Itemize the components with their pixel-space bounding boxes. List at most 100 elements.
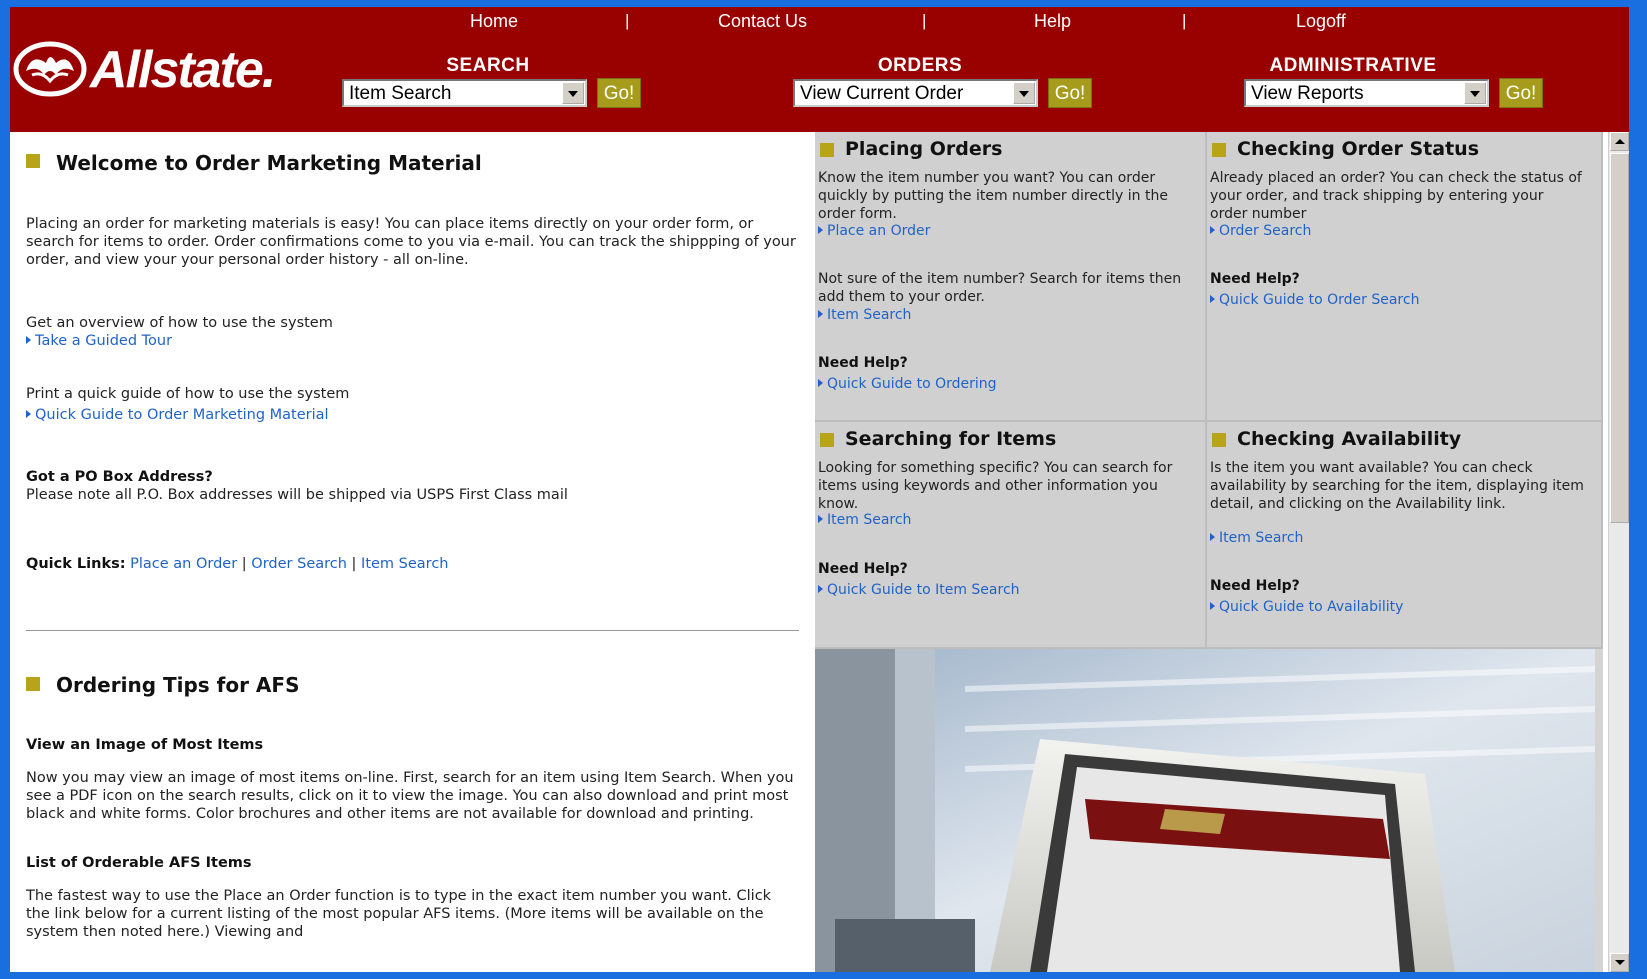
quick-guide-link-text[interactable]: Quick Guide to Order Marketing Material	[35, 407, 329, 423]
placing-orders-title: Placing Orders	[845, 138, 1003, 160]
nav-help-link[interactable]: Help	[1034, 11, 1071, 32]
placing-orders-text-2: Not sure of the item number? Search for …	[818, 271, 1182, 305]
square-bullet-icon	[1212, 433, 1226, 447]
guide-availability-link[interactable]: Quick Guide to Availability	[1210, 598, 1585, 616]
availability-title: Checking Availability	[1237, 428, 1462, 450]
good-hands-logo-icon	[13, 41, 87, 97]
arrow-right-icon	[818, 379, 823, 387]
quick-guide-link[interactable]: Quick Guide to Order Marketing Material	[26, 406, 329, 424]
nav-separator: |	[1182, 11, 1187, 30]
arrow-right-icon	[818, 585, 823, 593]
place-order-link[interactable]: Place an Order	[818, 222, 1193, 240]
searching-items-panel: Searching for Items Looking for somethin…	[815, 422, 1207, 649]
guide-item-search-link[interactable]: Quick Guide to Item Search	[818, 581, 1193, 599]
item-search-link[interactable]: Item Search	[818, 511, 1193, 529]
quick-links-label: Quick Links:	[26, 556, 126, 572]
square-bullet-icon	[26, 154, 40, 168]
guide-availability-link-text[interactable]: Quick Guide to Availability	[1219, 599, 1403, 615]
availability-panel: Checking Availability Is the item you wa…	[1207, 422, 1603, 649]
nav-contact-link[interactable]: Contact Us	[718, 11, 807, 32]
browser-frame: Home | Contact Us | Help | Logoff Allsta…	[10, 7, 1629, 972]
square-bullet-icon	[820, 433, 834, 447]
guided-tour-link-text[interactable]: Take a Guided Tour	[35, 333, 172, 349]
arrow-right-icon	[818, 310, 823, 318]
section-divider	[26, 630, 799, 631]
availability-text: Is the item you want available? You can …	[1210, 460, 1584, 512]
scrollbar-thumb[interactable]	[1610, 153, 1629, 523]
administrative-select[interactable]: View Reports	[1244, 79, 1489, 107]
need-help-label: Need Help?	[818, 355, 908, 371]
placing-orders-panel: Placing Orders Know the item number you …	[815, 132, 1207, 422]
quick-link-place-order[interactable]: Place an Order	[130, 556, 237, 572]
item-search-link-text[interactable]: Item Search	[827, 512, 911, 528]
po-box-title: Got a PO Box Address?	[26, 469, 213, 485]
tips-text-image: Now you may view an image of most items …	[26, 770, 794, 822]
chevron-down-icon[interactable]	[562, 82, 584, 104]
search-go-button[interactable]: Go!	[597, 78, 641, 108]
guided-tour-link[interactable]: Take a Guided Tour	[26, 332, 172, 350]
orders-go-button[interactable]: Go!	[1048, 78, 1092, 108]
welcome-title: Welcome to Order Marketing Material	[56, 151, 482, 175]
search-select-value: Item Search	[349, 83, 452, 104]
need-help-label: Need Help?	[1210, 578, 1300, 594]
searching-items-text: Looking for something specific? You can …	[818, 460, 1173, 512]
guide-item-search-link-text[interactable]: Quick Guide to Item Search	[827, 582, 1020, 598]
arrow-right-icon	[1210, 295, 1215, 303]
order-search-link[interactable]: Order Search	[1210, 222, 1585, 240]
quick-link-separator: |	[351, 556, 357, 572]
square-bullet-icon	[26, 677, 40, 691]
administrative-go-button[interactable]: Go!	[1499, 78, 1543, 108]
search-select[interactable]: Item Search	[342, 79, 587, 107]
office-computer-photo	[815, 649, 1595, 972]
site-header: Home | Contact Us | Help | Logoff Allsta…	[10, 7, 1629, 132]
order-status-text: Already placed an order? You can check t…	[1210, 170, 1582, 222]
allstate-logo[interactable]: Allstate.	[12, 35, 292, 107]
orders-select-value: View Current Order	[800, 83, 964, 104]
vertical-scrollbar[interactable]	[1608, 132, 1629, 972]
item-search-link-text[interactable]: Item Search	[1219, 530, 1303, 546]
arrow-right-icon	[26, 336, 31, 344]
quick-link-order-search[interactable]: Order Search	[251, 556, 347, 572]
square-bullet-icon	[1212, 143, 1226, 157]
tips-text-list: The fastest way to use the Place an Orde…	[26, 888, 772, 940]
guide-ordering-link-text[interactable]: Quick Guide to Ordering	[827, 376, 997, 392]
scroll-down-arrow-icon[interactable]	[1610, 953, 1629, 972]
tips-subtitle-image: View an Image of Most Items	[26, 737, 264, 753]
arrow-right-icon	[1210, 533, 1215, 541]
guide-order-search-link[interactable]: Quick Guide to Order Search	[1210, 291, 1585, 309]
tips-subtitle-list: List of Orderable AFS Items	[26, 855, 252, 871]
item-search-link[interactable]: Item Search	[818, 306, 1193, 324]
guide-ordering-link[interactable]: Quick Guide to Ordering	[818, 375, 1193, 393]
chevron-down-icon[interactable]	[1464, 82, 1486, 104]
order-status-title: Checking Order Status	[1237, 138, 1480, 160]
arrow-right-icon	[1210, 226, 1215, 234]
print-guide-text: Print a quick guide of how to use the sy…	[26, 386, 350, 402]
nav-logoff-link[interactable]: Logoff	[1296, 11, 1346, 32]
quick-link-item-search[interactable]: Item Search	[361, 556, 448, 572]
scroll-up-arrow-icon[interactable]	[1610, 132, 1629, 151]
overview-text: Get an overview of how to use the system	[26, 315, 333, 331]
item-search-link-text[interactable]: Item Search	[827, 307, 911, 323]
chevron-down-icon[interactable]	[1013, 82, 1035, 104]
administrative-label: ADMINISTRATIVE	[1269, 55, 1437, 76]
quick-link-separator: |	[241, 556, 247, 572]
search-label: SEARCH	[446, 55, 530, 76]
tips-title: Ordering Tips for AFS	[56, 673, 300, 697]
order-status-panel: Checking Order Status Already placed an …	[1207, 132, 1603, 422]
item-search-link[interactable]: Item Search	[1210, 529, 1585, 547]
po-box-text: Please note all P.O. Box addresses will …	[26, 487, 568, 503]
placing-orders-text: Know the item number you want? You can o…	[818, 170, 1168, 222]
place-order-link-text[interactable]: Place an Order	[827, 223, 930, 239]
need-help-label: Need Help?	[818, 561, 908, 577]
welcome-intro: Placing an order for marketing materials…	[26, 216, 796, 268]
arrow-right-icon	[818, 226, 823, 234]
logo-wordmark: Allstate.	[90, 41, 276, 99]
arrow-right-icon	[818, 515, 823, 523]
order-search-link-text[interactable]: Order Search	[1219, 223, 1311, 239]
guide-order-search-link-text[interactable]: Quick Guide to Order Search	[1219, 292, 1419, 308]
nav-home-link[interactable]: Home	[470, 11, 518, 32]
orders-select[interactable]: View Current Order	[793, 79, 1038, 107]
right-panels: Placing Orders Know the item number you …	[815, 132, 1603, 972]
searching-items-title: Searching for Items	[845, 428, 1057, 450]
nav-separator: |	[625, 11, 630, 30]
